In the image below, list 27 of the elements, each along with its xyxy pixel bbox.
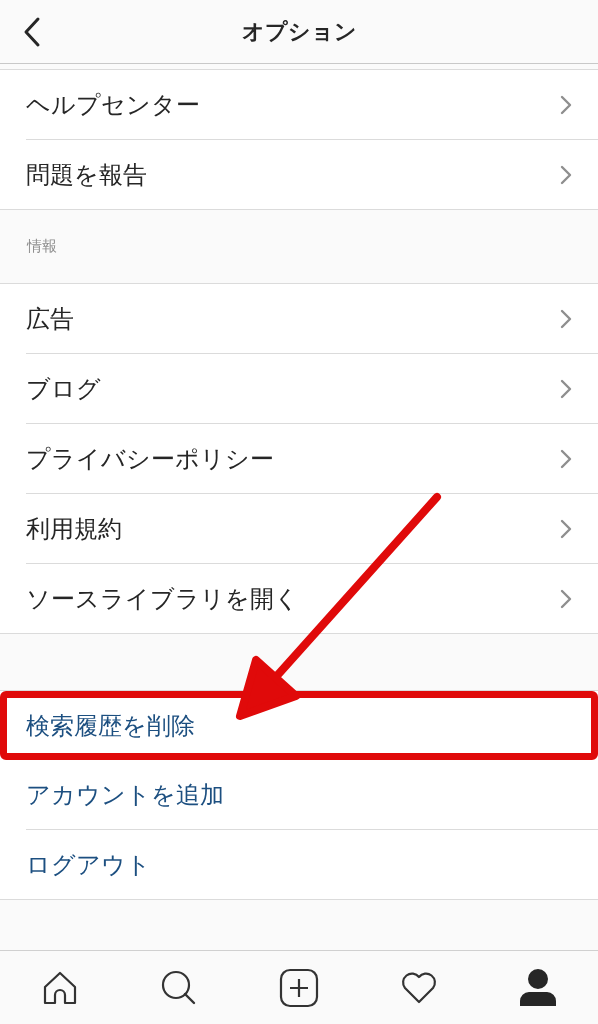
chevron-icon: [560, 94, 572, 115]
menu-item[interactable]: 広告: [26, 284, 598, 353]
chevron-icon: [560, 518, 572, 539]
screen-title: オプション: [241, 17, 357, 46]
person-icon: [519, 968, 558, 1007]
heart-tab[interactable]: [400, 970, 439, 1005]
search-icon: [159, 968, 198, 1007]
action-item[interactable]: ログアウト: [26, 829, 598, 899]
menu-item[interactable]: ブログ: [26, 353, 598, 423]
menu-item[interactable]: 利用規約: [26, 493, 598, 563]
chevron-icon: [560, 448, 572, 469]
menu-item[interactable]: 問題を報告: [26, 139, 598, 209]
menu-item[interactable]: プライバシーポリシー: [26, 423, 598, 493]
menu-item[interactable]: ソースライブラリを開く: [26, 563, 598, 633]
action-item[interactable]: アカウントを追加: [26, 760, 598, 829]
chevron-icon: [560, 378, 572, 399]
add-icon: [278, 967, 319, 1008]
heart-icon: [400, 970, 439, 1005]
chevron-icon: [560, 588, 572, 609]
chevron-icon: [560, 308, 572, 329]
profile-tab[interactable]: [519, 968, 558, 1007]
section-label: 情報: [27, 237, 57, 256]
chevron-icon: [560, 164, 572, 185]
add-tab[interactable]: [278, 967, 319, 1008]
action-item[interactable]: 検索履歴を削除: [0, 691, 598, 760]
search-tab[interactable]: [159, 968, 198, 1007]
menu-item[interactable]: ヘルプセンター: [26, 70, 598, 139]
